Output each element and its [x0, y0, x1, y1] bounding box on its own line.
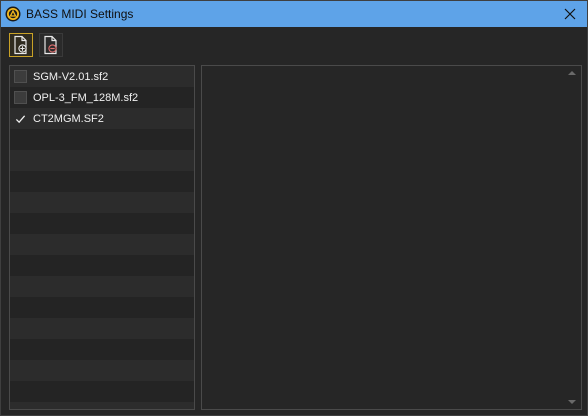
title-bar[interactable]: BASS MIDI Settings — [1, 1, 587, 27]
empty-list-row — [10, 381, 194, 402]
empty-list-row — [10, 213, 194, 234]
soundfont-details-panel — [201, 65, 582, 410]
empty-list-row — [10, 339, 194, 360]
vertical-scrollbar[interactable] — [564, 66, 581, 409]
checkmark-icon — [15, 114, 26, 123]
empty-list-row — [10, 171, 194, 192]
soundfont-label: SGM-V2.01.sf2 — [33, 70, 109, 83]
window-title: BASS MIDI Settings — [26, 7, 134, 21]
empty-list-row — [10, 234, 194, 255]
add-soundfont-icon — [14, 35, 27, 55]
remove-soundfont-icon — [44, 35, 57, 55]
empty-list-row — [10, 276, 194, 297]
close-button[interactable] — [553, 1, 587, 27]
app-logo-icon — [5, 6, 21, 22]
empty-list-row — [10, 150, 194, 171]
soundfont-label: CT2MGM.SF2 — [33, 112, 104, 125]
soundfont-list[interactable]: SGM-V2.01.sf2 OPL-3_FM_128M.sf2 CT2MGM.S… — [9, 65, 195, 410]
soundfont-checkbox[interactable] — [14, 112, 27, 125]
soundfont-checkbox[interactable] — [14, 70, 27, 83]
empty-list-row — [10, 360, 194, 381]
scroll-down-icon[interactable] — [568, 400, 576, 404]
soundfont-label: OPL-3_FM_128M.sf2 — [33, 91, 139, 104]
empty-list-row — [10, 255, 194, 276]
soundfont-row[interactable]: OPL-3_FM_128M.sf2 — [10, 87, 194, 108]
add-soundfont-button[interactable] — [9, 33, 33, 57]
empty-list-row — [10, 318, 194, 339]
empty-list-row — [10, 402, 194, 409]
bass-midi-settings-window: BASS MIDI Settings SGM-V2.01.sf2 OPL-3_F… — [0, 0, 588, 416]
scroll-up-icon[interactable] — [568, 71, 576, 75]
soundfont-checkbox[interactable] — [14, 91, 27, 104]
empty-list-row — [10, 192, 194, 213]
soundfont-row[interactable]: SGM-V2.01.sf2 — [10, 66, 194, 87]
remove-soundfont-button[interactable] — [39, 33, 63, 57]
empty-list-row — [10, 129, 194, 150]
close-icon — [564, 8, 576, 20]
empty-list-row — [10, 297, 194, 318]
soundfont-row[interactable]: CT2MGM.SF2 — [10, 108, 194, 129]
